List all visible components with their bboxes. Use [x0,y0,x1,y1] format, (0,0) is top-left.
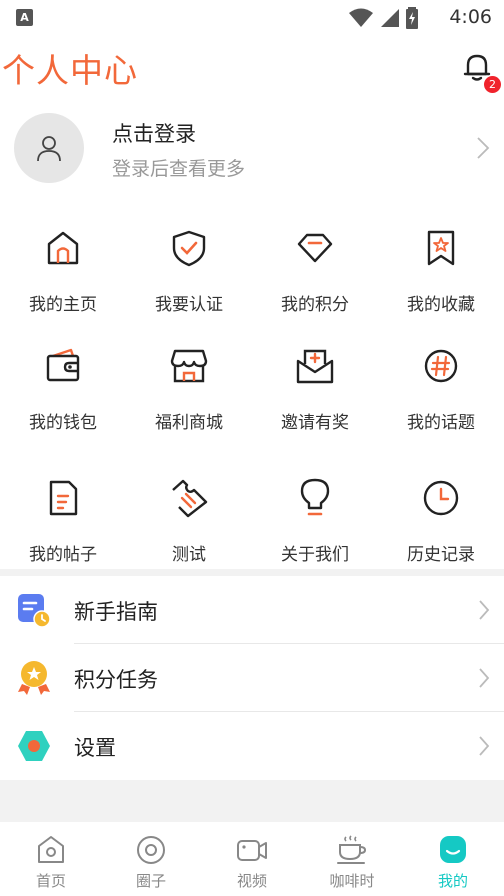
grid-label: 我的钱包 [29,413,97,433]
grid-label: 我的帖子 [29,545,97,565]
tab-profile[interactable]: 我的 [403,822,503,896]
signal-icon [381,9,399,27]
profile-tab-icon [440,836,466,863]
bottom-tab-bar: 首页 圈子 视频 咖啡时 我的 [0,822,504,896]
grid-label: 我的收藏 [407,295,475,315]
grid-label: 历史记录 [407,545,475,565]
gift-envelope-icon [296,349,334,384]
page-title: 个人中心 [2,51,138,90]
user-icon [37,136,61,162]
grid-item-test[interactable]: 测试 [126,464,252,574]
grid-item-favorites[interactable]: 我的收藏 [378,214,504,324]
clock-icon [423,480,459,516]
menu-item-settings[interactable]: 设置 [0,712,504,780]
guide-icon [18,594,51,628]
battery-icon [406,7,418,29]
grid-item-homepage[interactable]: 我的主页 [0,214,126,324]
clock-time: 4:06 [449,6,492,28]
grid-label: 我的积分 [281,295,349,315]
lightbulb-icon [300,478,330,516]
grid-label: 福利商城 [155,413,223,433]
grid-label: 我的话题 [407,413,475,433]
menu-item-tasks[interactable]: 积分任务 [0,644,504,712]
avatar[interactable] [14,113,84,183]
tab-label: 圈子 [135,872,166,890]
home-icon [47,231,79,265]
section-divider [0,569,504,576]
grid-item-about[interactable]: 关于我们 [252,464,378,574]
page-header: 个人中心 2 [0,36,504,98]
tab-label: 我的 [437,872,468,890]
shop-icon [170,349,208,383]
notification-badge: 2 [484,76,501,93]
coffee-tab-icon [337,835,367,864]
app-notification-icon: A [16,9,33,26]
chevron-right-icon [479,736,490,756]
tab-video[interactable]: 视频 [202,822,302,896]
settings-hex-icon [18,731,50,761]
video-tab-icon [237,840,267,861]
grid-item-invite[interactable]: 邀请有奖 [252,332,378,442]
menu-label: 积分任务 [74,668,158,692]
tab-label: 视频 [236,872,267,890]
grid-label: 邀请有奖 [281,413,349,433]
grid-item-history[interactable]: 历史记录 [378,464,504,574]
shield-check-icon [172,230,206,267]
tab-coffee[interactable]: 咖啡时 [302,822,402,896]
tab-label: 咖啡时 [329,872,375,890]
bookmark-star-icon [427,230,455,266]
wifi-icon [349,8,373,27]
diamond-icon [297,233,333,263]
home-tab-icon [38,836,64,863]
empty-area [0,780,504,822]
login-subtitle: 登录后查看更多 [112,158,246,180]
login-row[interactable]: 点击登录 登录后查看更多 [0,98,504,198]
ticket-icon [172,479,208,518]
circle-tab-icon [137,836,165,864]
status-bar: A 4:06 [0,0,504,36]
grid-label: 关于我们 [281,545,349,565]
grid-label: 测试 [172,545,206,565]
login-title[interactable]: 点击登录 [112,118,196,148]
grid-item-points[interactable]: 我的积分 [252,214,378,324]
menu-label: 新手指南 [74,600,158,624]
grid-item-posts[interactable]: 我的帖子 [0,464,126,574]
chevron-right-icon [479,668,490,688]
menu-item-guide[interactable]: 新手指南 [0,576,504,644]
grid-label: 我要认证 [155,295,223,315]
grid-item-verify[interactable]: 我要认证 [126,214,252,324]
document-icon [49,480,78,516]
tab-label: 首页 [35,872,66,890]
chevron-right-icon [477,137,490,159]
medal-icon [18,661,50,695]
grid-item-topics[interactable]: 我的话题 [378,332,504,442]
chevron-right-icon [479,600,490,620]
wallet-icon [46,348,80,382]
hashtag-icon [424,349,458,383]
system-icons [348,7,418,29]
grid-label: 我的主页 [29,295,97,315]
tab-home[interactable]: 首页 [1,822,101,896]
menu-label: 设置 [74,736,116,760]
tab-circle[interactable]: 圈子 [101,822,201,896]
grid-item-mall[interactable]: 福利商城 [126,332,252,442]
grid-item-wallet[interactable]: 我的钱包 [0,332,126,442]
